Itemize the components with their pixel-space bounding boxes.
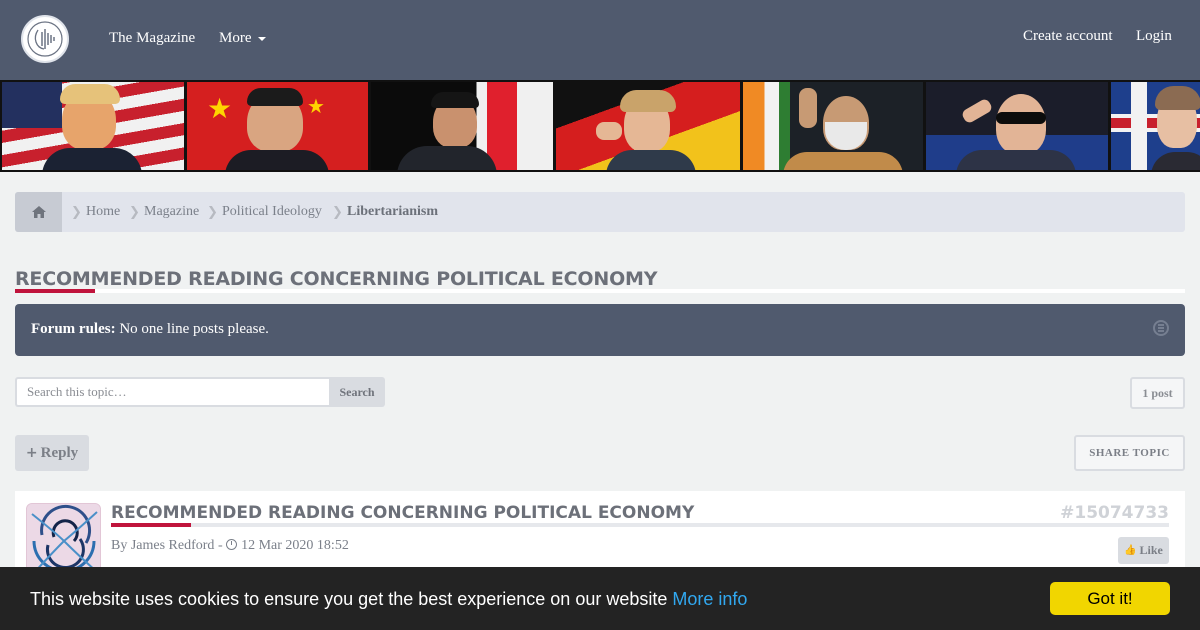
post-by-label: By — [111, 538, 128, 553]
collapse-icon[interactable] — [1153, 320, 1169, 336]
title-divider-accent — [15, 289, 95, 293]
site-logo-icon[interactable] — [21, 15, 69, 63]
plus-icon: + — [25, 445, 38, 461]
reply-button[interactable]: + Reply — [15, 435, 89, 471]
banner-panel-japan — [371, 82, 553, 170]
post-author-link[interactable]: James Redford — [131, 538, 215, 553]
breadcrumb-magazine[interactable]: Magazine — [144, 204, 199, 220]
post-title-divider-accent — [111, 523, 191, 527]
cookie-message-text: This website uses cookies to ensure you … — [30, 589, 668, 609]
nav-the-magazine[interactable]: The Magazine — [109, 30, 195, 47]
share-topic-button[interactable]: SHARE TOPIC — [1074, 435, 1185, 471]
nav-more-dropdown[interactable]: More — [219, 30, 266, 47]
post-permalink[interactable]: #15074733 — [1060, 503, 1169, 523]
search-topic-input[interactable] — [15, 377, 330, 407]
cookie-message: This website uses cookies to ensure you … — [30, 589, 747, 610]
login-link[interactable]: Login — [1136, 28, 1172, 45]
banner-panel-china: ★ ★ — [187, 82, 368, 170]
chevron-down-icon — [257, 36, 266, 41]
banner-panel-germany — [556, 82, 740, 170]
banner-panel-india — [743, 82, 923, 170]
world-leaders-banner: ★ ★ — [0, 80, 1200, 172]
search-button[interactable]: Search — [329, 377, 385, 407]
title-divider — [15, 289, 1185, 293]
thumbs-up-icon: 👍 — [1124, 545, 1137, 556]
chevron-right-icon: ❯ — [71, 205, 82, 220]
forum-rules-label: Forum rules: — [31, 321, 116, 337]
breadcrumb-home[interactable]: Home — [86, 204, 120, 220]
breadcrumb: ❯ Home ❯ Magazine ❯ Political Ideology ❯… — [15, 192, 1185, 232]
like-label: Like — [1139, 543, 1163, 557]
chevron-right-icon: ❯ — [129, 205, 140, 220]
post-title-link[interactable]: RECOMMENDED READING CONCERNING POLITICAL… — [111, 503, 694, 523]
cookie-accept-button[interactable]: Got it! — [1050, 582, 1170, 615]
nav-more-label: More — [219, 30, 252, 46]
banner-panel-us — [2, 82, 184, 170]
forum-rules-text: Forum rules: No one line posts please. — [31, 321, 269, 338]
chevron-right-icon: ❯ — [207, 205, 218, 220]
cookie-more-info-link[interactable]: More info — [672, 589, 747, 609]
cookie-consent-bar: This website uses cookies to ensure you … — [0, 567, 1200, 630]
post-date: 12 Mar 2020 18:52 — [241, 538, 349, 553]
post-meta-separator: - — [217, 538, 223, 553]
post-meta: By James Redford - 12 Mar 2020 18:52 — [111, 538, 349, 554]
post-title-divider — [111, 523, 1169, 527]
forum-rules-box: Forum rules: No one line posts please. — [15, 304, 1185, 356]
create-account-link[interactable]: Create account — [1023, 28, 1113, 45]
clock-icon — [226, 539, 238, 550]
top-navbar: The Magazine More Create account Login — [0, 0, 1200, 80]
home-icon[interactable] — [15, 192, 62, 232]
breadcrumb-libertarianism: Libertarianism — [347, 204, 438, 219]
banner-panel-uk — [1111, 82, 1200, 170]
topic-title[interactable]: RECOMMENDED READING CONCERNING POLITICAL… — [15, 268, 657, 290]
breadcrumb-political-ideology[interactable]: Political Ideology — [222, 204, 322, 220]
reply-label: Reply — [40, 444, 79, 461]
banner-panel-russia — [926, 82, 1108, 170]
post-count-badge: 1 post — [1130, 377, 1185, 409]
forum-rules-body: No one line posts please. — [119, 321, 269, 337]
chevron-right-icon: ❯ — [332, 205, 343, 220]
like-button[interactable]: 👍 Like — [1118, 537, 1169, 564]
